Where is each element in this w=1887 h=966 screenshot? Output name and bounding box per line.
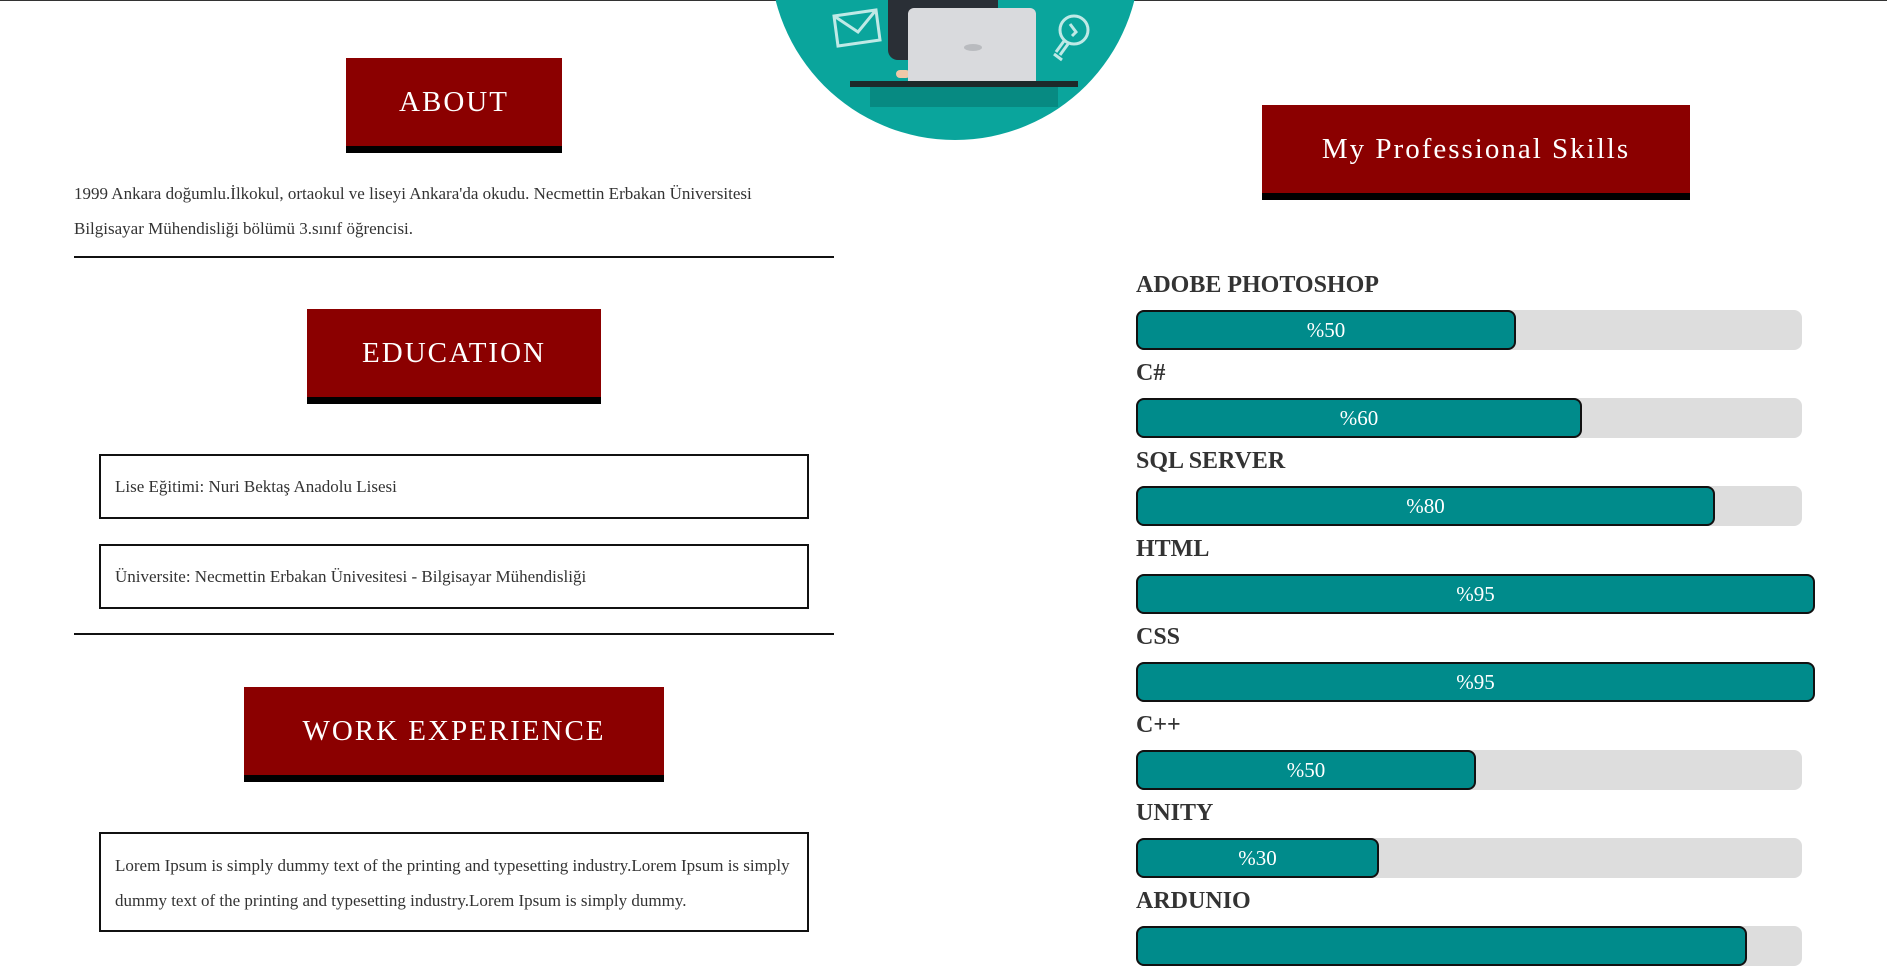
skill-label: ADOBE PHOTOSHOP: [1136, 272, 1379, 298]
skill-bar-fill: %60: [1136, 398, 1582, 438]
about-divider: [74, 256, 834, 258]
laptop: [908, 8, 1036, 88]
skill-bar-fill: %30: [1136, 838, 1379, 878]
desk-shadow: [870, 87, 1058, 107]
skill-label: C++: [1136, 712, 1181, 738]
lightbulb-icon: [1053, 14, 1090, 62]
skill-label: ARDUNIO: [1136, 888, 1251, 914]
about-text: 1999 Ankara doğumlu.İlkokul, ortaokul ve…: [74, 184, 752, 238]
education-item-high-school: Lise Eğitimi: Nuri Bektaş Anadolu Lisesi: [99, 454, 809, 519]
skill-bar-track: %50: [1136, 310, 1802, 350]
work-experience-heading: WORK EXPERIENCE: [244, 687, 664, 782]
about-heading: ABOUT: [346, 58, 562, 153]
education-heading: EDUCATION: [307, 309, 601, 404]
education-item-text: Lise Eğitimi: Nuri Bektaş Anadolu Lisesi: [115, 476, 397, 496]
skill-bar-track: %95: [1136, 662, 1815, 702]
education-item-university: Üniversite: Necmettin Erbakan Ünivesites…: [99, 544, 809, 609]
skill-label: SQL SERVER: [1136, 448, 1286, 474]
skill-bar-track: %95: [1136, 574, 1815, 614]
skill-bar-fill: %95: [1136, 662, 1815, 702]
education-divider: [74, 633, 834, 635]
work-experience-item: Lorem Ipsum is simply dummy text of the …: [99, 832, 809, 932]
skill-label: C#: [1136, 360, 1166, 386]
profile-illustration: [770, 0, 1140, 140]
skill-label: CSS: [1136, 624, 1181, 650]
mail-icon: [832, 8, 882, 48]
education-item-text: Üniversite: Necmettin Erbakan Ünivesites…: [115, 566, 587, 586]
skills-heading: My Professional Skills: [1262, 105, 1690, 200]
skill-label: UNITY: [1136, 800, 1214, 826]
skill-bar-track: %50: [1136, 750, 1802, 790]
skill-bar-fill: %80: [1136, 486, 1715, 526]
skill-bar-fill: %50: [1136, 310, 1516, 350]
skill-bar-track: [1136, 926, 1802, 966]
skill-label: HTML: [1136, 536, 1210, 562]
work-experience-text: Lorem Ipsum is simply dummy text of the …: [115, 856, 790, 910]
skill-bar-fill: %50: [1136, 750, 1476, 790]
skill-bar-track: %80: [1136, 486, 1802, 526]
skill-bar-fill: [1136, 926, 1747, 966]
skill-bar-track: %60: [1136, 398, 1802, 438]
skill-bar-fill: %95: [1136, 574, 1815, 614]
skill-bar-track: %30: [1136, 838, 1802, 878]
